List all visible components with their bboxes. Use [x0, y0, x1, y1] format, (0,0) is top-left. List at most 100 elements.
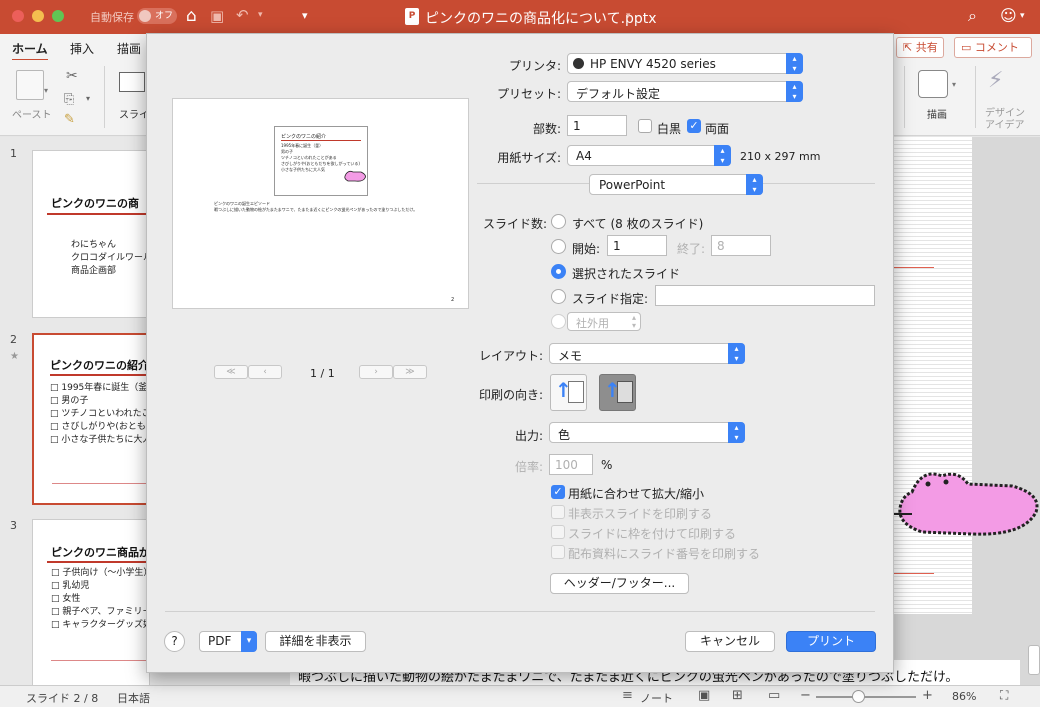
slide-thumbnail-line: □ 小さな子供たちに大人	[50, 435, 150, 445]
pink-crocodile-image[interactable]	[892, 462, 1040, 552]
autosave-label: 自動保存	[90, 11, 134, 24]
print-hidden-checkbox[interactable]	[551, 505, 565, 519]
format-painter-icon[interactable]: ✎	[64, 112, 75, 127]
reading-view-icon[interactable]: ▭	[768, 688, 780, 703]
new-slide-icon[interactable]	[119, 72, 145, 92]
slide-numbers-checkbox[interactable]	[551, 545, 565, 559]
custom-show-select[interactable]: 社外用 ▴ ▾	[567, 312, 641, 331]
portrait-orientation-button[interactable]: ↑	[550, 374, 587, 411]
frame-slides-checkbox[interactable]	[551, 525, 565, 539]
next-page-button[interactable]: ›	[359, 365, 393, 379]
slide-thumbnail-2[interactable]: ピンクのワニの紹介 □ 1995年春に誕生（釜 □ 男の子 □ ツチノコといわれ…	[32, 333, 150, 505]
slide-number: 3	[10, 519, 17, 532]
output-select[interactable]: 色 ▴ ▾	[549, 422, 745, 443]
scale-input[interactable]: 100	[549, 454, 593, 475]
close-window-button[interactable]	[12, 10, 24, 22]
ribbon-divider	[904, 66, 905, 128]
slide-thumbnail-line: わにちゃん	[71, 240, 117, 250]
layout-label: レイアウト:	[478, 349, 543, 363]
section-select[interactable]: PowerPoint ▴ ▾	[589, 174, 763, 195]
custom-slides-radio[interactable]	[551, 289, 566, 304]
pptx-file-icon: P	[405, 8, 419, 25]
search-icon[interactable]: ⌕	[968, 6, 977, 26]
custom-slides-input[interactable]	[655, 285, 875, 306]
fit-to-window-icon[interactable]: ⛶	[1000, 688, 1008, 703]
slide-thumbnail-title: ピンクのワニの紹介	[50, 359, 149, 372]
autosave-toggle[interactable]: オフ	[137, 8, 177, 24]
scale-unit: %	[601, 458, 613, 472]
hide-details-button[interactable]: 詳細を非表示	[265, 631, 366, 652]
slide-counter: スライド 2 / 8	[26, 692, 99, 705]
tab-home[interactable]: ホーム	[12, 40, 48, 61]
draw-icon[interactable]	[918, 70, 948, 98]
paste-dropdown-icon[interactable]: ▾	[44, 86, 48, 95]
tab-draw[interactable]: 描画	[117, 40, 141, 57]
home-icon[interactable]: ⌂	[186, 6, 197, 26]
feedback-dropdown-icon[interactable]: ▾	[1020, 11, 1025, 21]
layout-select[interactable]: メモ ▴ ▾	[549, 343, 745, 364]
black-white-checkbox[interactable]	[638, 119, 652, 133]
duplex-label: 両面	[705, 122, 730, 136]
printer-select[interactable]: HP ENVY 4520 series ▴ ▾	[567, 53, 803, 74]
slide-thumbnail-line: □ 男の子	[50, 396, 89, 406]
undo-icon[interactable]: ↶	[236, 6, 249, 24]
copy-dropdown-icon[interactable]: ▾	[86, 94, 90, 103]
notes-toggle[interactable]: ノート	[640, 690, 673, 706]
undo-dropdown-icon[interactable]: ▾	[258, 10, 263, 20]
draw-dropdown-icon[interactable]: ▾	[952, 80, 956, 89]
customize-toolbar-icon[interactable]: ▾	[302, 9, 308, 22]
comment-button[interactable]: ▭ コメント	[954, 37, 1032, 58]
pdf-menu-button[interactable]: PDF ▾	[199, 631, 257, 652]
zoom-window-button[interactable]	[52, 10, 64, 22]
share-button[interactable]: ⇱ 共有	[896, 37, 944, 58]
paper-dimensions: 210 x 297 mm	[740, 150, 821, 163]
selected-slides-radio[interactable]	[551, 264, 566, 279]
preset-label: プリセット:	[496, 87, 561, 101]
custom-show-radio[interactable]	[551, 314, 566, 329]
language-indicator[interactable]: 日本語	[117, 690, 150, 706]
paste-icon[interactable]	[16, 70, 44, 100]
range-radio[interactable]	[551, 239, 566, 254]
normal-view-icon[interactable]: ▣	[698, 688, 710, 703]
minimize-window-button[interactable]	[32, 10, 44, 22]
zoom-slider-track[interactable]	[816, 696, 916, 698]
landscape-orientation-button[interactable]: ↑	[599, 374, 636, 411]
zoom-in-icon[interactable]: +	[922, 688, 933, 703]
all-slides-radio[interactable]	[551, 214, 566, 229]
fit-to-paper-checkbox[interactable]: ✓	[551, 485, 565, 499]
from-input[interactable]: 1	[607, 235, 667, 256]
last-page-button[interactable]: ≫	[393, 365, 427, 379]
paper-size-select[interactable]: A4 ▴ ▾	[567, 145, 731, 166]
slide-thumbnail-title: ピンクのワニの商	[51, 197, 139, 210]
zoom-level[interactable]: 86%	[952, 690, 976, 703]
design-ideas-icon[interactable]: ⚡	[988, 68, 1003, 93]
black-white-label: 白黒	[657, 122, 682, 136]
cut-icon[interactable]: ✂	[66, 68, 78, 84]
save-icon[interactable]: ▣	[210, 7, 224, 25]
cancel-button[interactable]: キャンセル	[685, 631, 775, 652]
duplex-checkbox[interactable]: ✓	[687, 119, 701, 133]
from-label: 開始:	[572, 242, 601, 256]
previous-page-button[interactable]: ‹	[248, 365, 282, 379]
zoom-slider-thumb[interactable]	[852, 690, 865, 703]
title-underline	[47, 213, 149, 215]
scale-label: 倍率:	[514, 460, 543, 474]
header-footer-button[interactable]: ヘッダー/フッター...	[550, 573, 689, 594]
slide-sorter-icon[interactable]: ⊞	[732, 688, 743, 703]
zoom-out-icon[interactable]: −	[800, 688, 811, 703]
help-button[interactable]: ?	[164, 631, 185, 652]
to-input[interactable]: 8	[711, 235, 771, 256]
slide-thumbnail-1[interactable]: ピンクのワニの商 わにちゃん クロコダイルワールド 商品企画部	[32, 150, 150, 318]
tab-insert[interactable]: 挿入	[70, 40, 94, 57]
first-page-button[interactable]: ≪	[214, 365, 248, 379]
select-arrows-icon: ▴ ▾	[714, 145, 731, 166]
editor-scrollbar[interactable]	[1028, 645, 1040, 675]
copies-input[interactable]: 1	[567, 115, 627, 136]
title-chevron-icon[interactable]: ▾	[626, 11, 631, 21]
preview-slide-line: 小さな子供たちに大人気	[281, 167, 325, 172]
print-button[interactable]: プリント	[786, 631, 876, 652]
copy-icon[interactable]: ⎘	[64, 92, 74, 107]
smiley-feedback-icon[interactable]: ☺	[1000, 6, 1017, 25]
preset-select[interactable]: デフォルト設定 ▴ ▾	[567, 81, 803, 102]
slide-thumbnail-3[interactable]: ピンクのワニ商品が □ 子供向け（～小学生） □ 乳幼児 □ 女性 □ 親子ペア…	[32, 519, 150, 687]
